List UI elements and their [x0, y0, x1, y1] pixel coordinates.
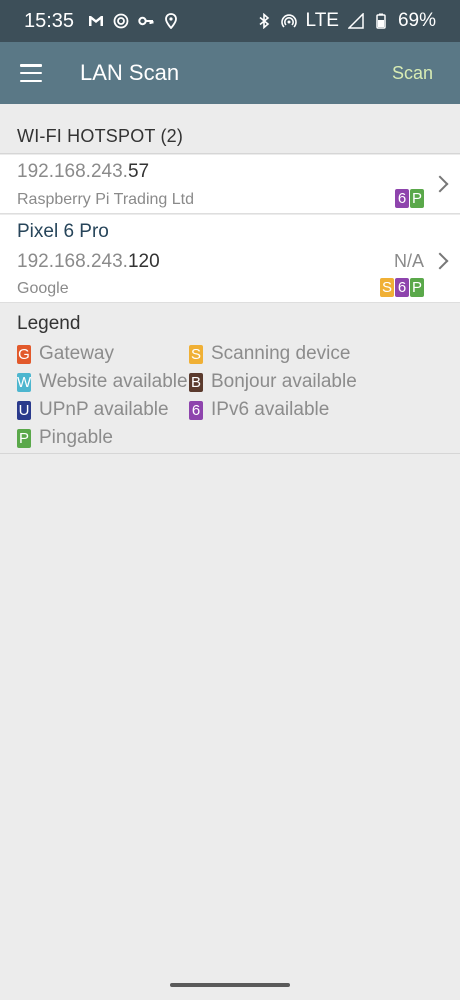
device-ip: 192.168.243.120 [17, 251, 160, 273]
legend-label: UPnP available [39, 399, 169, 420]
chevron-right-icon [431, 252, 449, 270]
app-bar: LAN Scan Scan [0, 42, 460, 104]
ip-prefix: 192.168.243. [17, 251, 128, 272]
home-indicator[interactable] [170, 983, 290, 987]
device-ip: 192.168.243.57 [17, 161, 149, 183]
legend-title: Legend [17, 313, 81, 334]
network-label: LTE [305, 10, 339, 31]
chevron-right-icon [431, 175, 449, 193]
ip-prefix: 192.168.243. [17, 161, 128, 182]
pingable-badge: P [17, 428, 31, 448]
ipv6-badge: 6 [395, 278, 409, 297]
pingable-badge: P [410, 278, 424, 297]
legend-item-gateway: G Gateway [17, 343, 114, 365]
device-vendor: Raspberry Pi Trading Ltd [17, 191, 194, 208]
ipv6-badge: 6 [395, 189, 409, 208]
battery-icon [373, 13, 389, 29]
legend-label: Gateway [39, 343, 114, 364]
legend-item-upnp: U UPnP available [17, 399, 169, 421]
gateway-badge: G [17, 344, 31, 364]
device-row[interactable]: 192.168.243.57 Raspberry Pi Trading Ltd … [0, 155, 460, 214]
ip-suffix: 120 [127, 251, 160, 272]
bluetooth-icon [256, 13, 272, 29]
vpn-icon [113, 13, 129, 29]
device-badges: 6 P [395, 189, 424, 208]
hamburger-menu-icon[interactable] [20, 64, 42, 82]
device-row[interactable]: Pixel 6 Pro 192.168.243.120 N/A Google S… [0, 215, 460, 303]
legend-label: IPv6 available [211, 399, 330, 420]
key-icon [138, 13, 154, 29]
gmail-icon [88, 13, 104, 29]
ipv6-badge: 6 [189, 400, 203, 420]
signal-icon [347, 13, 364, 29]
upnp-badge: U [17, 400, 31, 420]
app-title: LAN Scan [80, 60, 180, 85]
status-time: 15:35 [24, 9, 75, 32]
legend-label: Scanning device [211, 343, 351, 364]
device-badges: S 6 P [380, 278, 424, 297]
legend-label: Website available [39, 371, 187, 392]
scanning-device-badge: S [189, 344, 203, 364]
ip-suffix: 57 [127, 161, 150, 182]
device-status: N/A [393, 251, 424, 271]
location-icon [163, 13, 179, 29]
legend-label: Bonjour available [211, 371, 357, 392]
section-header: WI-FI HOTSPOT (2) [0, 104, 460, 154]
status-bar: 15:35 LTE 69% [0, 0, 460, 42]
device-vendor: Google [17, 280, 69, 297]
battery-percent: 69% [397, 10, 436, 31]
legend-item-pingable: P Pingable [17, 427, 113, 449]
scanning-device-badge: S [380, 278, 394, 297]
legend-item-ipv6: 6 IPv6 available [189, 399, 329, 421]
scan-button[interactable]: Scan [392, 63, 433, 84]
bonjour-badge: B [189, 372, 203, 392]
website-badge: W [17, 372, 32, 392]
hotspot-icon [280, 13, 297, 29]
pingable-badge: P [410, 189, 424, 208]
legend-item-scanning-device: S Scanning device [189, 343, 350, 365]
legend-item-website: W Website available [17, 371, 187, 393]
legend-label: Pingable [39, 427, 113, 448]
legend-item-bonjour: B Bonjour available [189, 371, 357, 393]
device-name: Pixel 6 Pro [17, 221, 109, 242]
legend: Legend G Gateway S Scanning device W Web… [0, 304, 460, 454]
